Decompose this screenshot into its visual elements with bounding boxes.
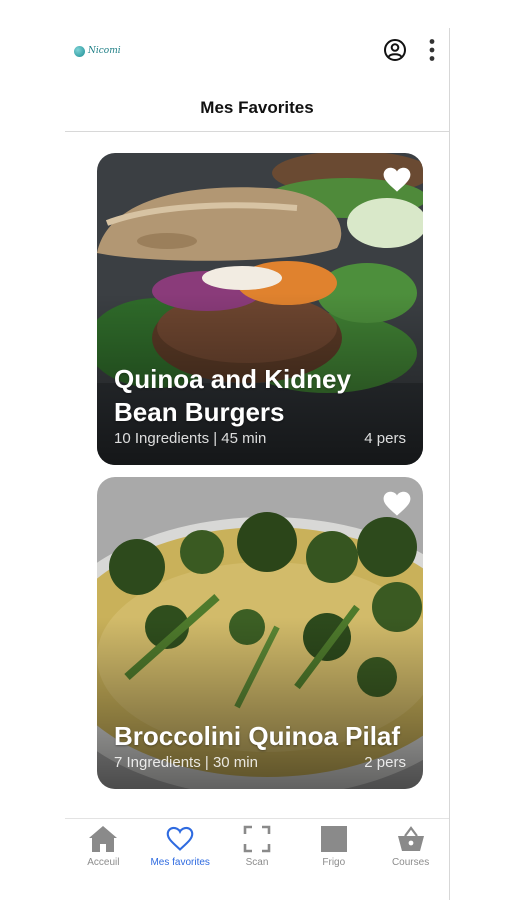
- recipe-meta: 10 Ingredients | 45 min 4 pers: [114, 430, 406, 447]
- logo-mark-icon: [74, 45, 85, 57]
- app-logo[interactable]: Nicomi: [74, 44, 121, 58]
- heart-icon: [166, 825, 194, 853]
- recipe-title: Broccolini Quinoa Pilaf: [114, 721, 401, 751]
- app-screen: Nicomi Mes Favorites Quinoa and Kidney B…: [65, 28, 450, 900]
- recipe-ingredients-time: 10 Ingredients | 45 min: [114, 430, 267, 447]
- more-vertical-icon[interactable]: [429, 38, 435, 62]
- page-title: Mes Favorites: [200, 98, 314, 117]
- header-actions: [383, 38, 435, 62]
- recipe-title: Quinoa and Kidney Bean Burgers: [114, 364, 351, 427]
- nav-item-mes-favorites[interactable]: Mes favorites: [142, 819, 219, 879]
- nav-item-scan[interactable]: Scan: [219, 819, 296, 879]
- nav-label: Mes favorites: [150, 857, 210, 868]
- nav-item-frigo[interactable]: Frigo: [295, 819, 372, 879]
- bottom-nav: Acceuil Mes favorites Scan Frigo Courses: [65, 818, 449, 879]
- header-divider: [65, 131, 449, 132]
- shopping-basket-icon: [396, 825, 426, 853]
- fridge-icon: [320, 825, 348, 853]
- favorite-heart-icon[interactable]: [383, 167, 411, 198]
- nav-label: Scan: [245, 857, 269, 868]
- recipe-card[interactable]: Broccolini Quinoa Pilaf 7 Ingredients | …: [97, 477, 423, 789]
- home-icon: [88, 825, 118, 853]
- nav-label: Courses: [391, 857, 430, 868]
- recipe-ingredients-time: 7 Ingredients | 30 min: [114, 754, 258, 771]
- recipe-servings: 4 pers: [364, 430, 406, 447]
- recipe-servings: 2 pers: [364, 754, 406, 771]
- logo-text: Nicomi: [88, 46, 121, 56]
- nav-item-acceuil[interactable]: Acceuil: [65, 819, 142, 879]
- recipe-card[interactable]: Quinoa and Kidney Bean Burgers 10 Ingred…: [97, 153, 423, 465]
- nav-item-courses[interactable]: Courses: [372, 819, 449, 879]
- scan-icon: [243, 825, 271, 853]
- favorite-heart-icon[interactable]: [383, 491, 411, 522]
- nav-label: Frigo: [322, 857, 346, 868]
- account-circle-icon[interactable]: [383, 38, 407, 62]
- nav-label: Acceuil: [87, 857, 120, 868]
- recipe-meta: 7 Ingredients | 30 min 2 pers: [114, 754, 406, 771]
